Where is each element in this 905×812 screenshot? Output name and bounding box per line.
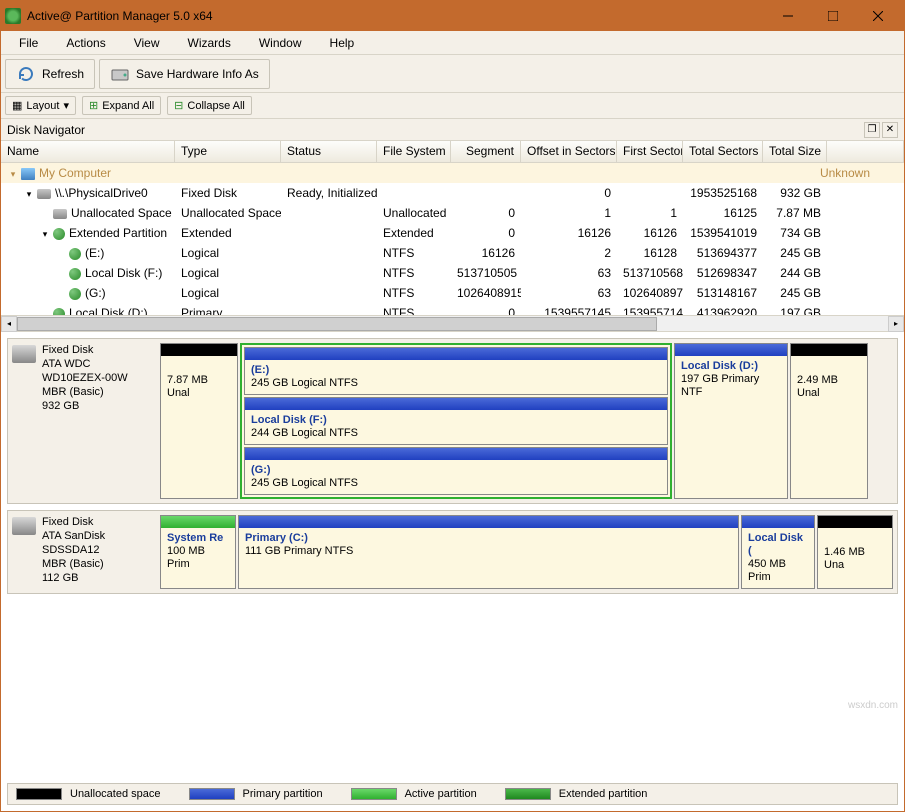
table-row-mycomputer[interactable]: ▾My Computer Unknown [1, 163, 904, 183]
table-row[interactable]: ▾\\.\PhysicalDrive0Fixed DiskReady, Init… [1, 183, 904, 203]
table-row[interactable]: (E:)LogicalNTFS16126216128513694377245 G… [1, 243, 904, 263]
save-hw-button[interactable]: Save Hardware Info As [99, 59, 270, 89]
mycomputer-extra: Unknown [175, 166, 904, 180]
drive-icon [37, 189, 51, 199]
globe-icon [69, 268, 81, 280]
menu-wizards[interactable]: Wizards [174, 32, 245, 54]
expander-icon[interactable]: ▾ [7, 168, 19, 180]
menu-view[interactable]: View [120, 32, 174, 54]
globe-icon [53, 228, 65, 240]
disk-panel-0[interactable]: Fixed Disk ATA WDC WD10EZEX-00W MBR (Bas… [7, 338, 898, 504]
computer-icon [21, 168, 35, 180]
globe-icon [53, 308, 65, 315]
layout-button[interactable]: ▦ Layout ▾ [5, 96, 76, 115]
watermark: wsxdn.com [848, 700, 898, 711]
table-body[interactable]: ▾My Computer Unknown ▾\\.\PhysicalDrive0… [1, 163, 904, 315]
expander-icon[interactable]: ▾ [23, 188, 35, 200]
expand-all-button[interactable]: ⊞ Expand All [82, 96, 161, 115]
title-bar: Active@ Partition Manager 5.0 x64 [1, 1, 904, 31]
table-header: Name Type Status File System Segment Off… [1, 141, 904, 163]
toolbar: Refresh Save Hardware Info As [1, 55, 904, 93]
expander-icon[interactable]: ▾ [39, 228, 51, 240]
partition-c[interactable]: Primary (C:)111 GB Primary NTFS [238, 515, 739, 589]
refresh-button[interactable]: Refresh [5, 59, 95, 89]
th-name[interactable]: Name [1, 141, 175, 162]
layout-icon: ▦ [12, 99, 22, 112]
th-type[interactable]: Type [175, 141, 281, 162]
blank-area [1, 606, 904, 781]
window-title: Active@ Partition Manager 5.0 x64 [27, 9, 765, 23]
partition-unallocated[interactable]: 2.49 MB Unal [790, 343, 868, 499]
panel-float-button[interactable]: ❐ [864, 122, 880, 138]
th-tsize[interactable]: Total Size [763, 141, 827, 162]
partition-f[interactable]: Local Disk (F:)244 GB Logical NTFS [244, 397, 668, 445]
disk-info: Fixed Disk ATA WDC WD10EZEX-00W MBR (Bas… [12, 343, 156, 499]
th-fs[interactable]: File System [377, 141, 451, 162]
menu-bar: File Actions View Wizards Window Help [1, 31, 904, 55]
globe-icon [69, 288, 81, 300]
th-segment[interactable]: Segment [451, 141, 521, 162]
drive-icon [53, 209, 67, 219]
save-hw-label: Save Hardware Info As [136, 67, 259, 81]
legend-active: Active partition [351, 788, 477, 800]
partition-e[interactable]: (E:)245 GB Logical NTFS [244, 347, 668, 395]
partition-local-disk[interactable]: Local Disk (450 MB Prim [741, 515, 815, 589]
scroll-thumb[interactable] [17, 317, 657, 331]
partition-extended[interactable]: (E:)245 GB Logical NTFS Local Disk (F:)2… [240, 343, 672, 499]
collapse-all-button[interactable]: ⊟ Collapse All [167, 96, 252, 115]
disk-panel-1[interactable]: Fixed Disk ATA SanDisk SDSSDA12 MBR (Bas… [7, 510, 898, 594]
drive-icon [12, 517, 36, 535]
menu-help[interactable]: Help [316, 32, 369, 54]
table-row[interactable]: ▾Extended PartitionExtendedExtended01612… [1, 223, 904, 243]
legend: Unallocated space Primary partition Acti… [7, 783, 898, 805]
toolbar-secondary: ▦ Layout ▾ ⊞ Expand All ⊟ Collapse All [1, 93, 904, 119]
scroll-left-button[interactable]: ◂ [1, 316, 17, 332]
table-row[interactable]: (G:)LogicalNTFS1026408915631026408978513… [1, 283, 904, 303]
chevron-down-icon: ▾ [63, 99, 69, 112]
globe-icon [69, 248, 81, 260]
expand-icon: ⊞ [89, 99, 98, 112]
disk-info: Fixed Disk ATA SanDisk SDSSDA12 MBR (Bas… [12, 515, 156, 589]
horizontal-scrollbar[interactable]: ◂ ▸ [1, 315, 904, 331]
maximize-button[interactable] [810, 2, 855, 30]
panel-title: Disk Navigator [7, 123, 85, 137]
partition-g[interactable]: (G:)245 GB Logical NTFS [244, 447, 668, 495]
minimize-button[interactable] [765, 2, 810, 30]
disk-layout-panels: Fixed Disk ATA WDC WD10EZEX-00W MBR (Bas… [1, 332, 904, 606]
table-row[interactable]: Local Disk (F:)LogicalNTFS51371050563513… [1, 263, 904, 283]
menu-file[interactable]: File [5, 32, 52, 54]
app-icon [5, 8, 21, 24]
menu-actions[interactable]: Actions [52, 32, 119, 54]
legend-unallocated: Unallocated space [16, 788, 161, 800]
menu-window[interactable]: Window [245, 32, 316, 54]
collapse-icon: ⊟ [174, 99, 183, 112]
table-row[interactable]: Local Disk (D:)PrimaryNTFS01539557145153… [1, 303, 904, 315]
table-row[interactable]: Unallocated SpaceUnallocated SpaceUnallo… [1, 203, 904, 223]
panel-header: Disk Navigator ❐ ✕ [1, 119, 904, 141]
drive-icon [12, 345, 36, 363]
partition-unallocated[interactable]: 1.46 MB Una [817, 515, 893, 589]
refresh-label: Refresh [42, 67, 84, 81]
drive-icon [110, 64, 130, 84]
partition-d[interactable]: Local Disk (D:)197 GB Primary NTF [674, 343, 788, 499]
panel-close-button[interactable]: ✕ [882, 122, 898, 138]
th-extra [827, 141, 904, 162]
partition-system-reserved[interactable]: System Re100 MB Prim [160, 515, 236, 589]
disk-navigator-table[interactable]: Name Type Status File System Segment Off… [1, 141, 904, 332]
close-button[interactable] [855, 2, 900, 30]
scroll-track[interactable] [17, 316, 888, 332]
th-first[interactable]: First Sector [617, 141, 683, 162]
partition-unallocated[interactable]: 7.87 MB Unal [160, 343, 238, 499]
legend-extended: Extended partition [505, 788, 648, 800]
legend-primary: Primary partition [189, 788, 323, 800]
th-offset[interactable]: Offset in Sectors [521, 141, 617, 162]
th-status[interactable]: Status [281, 141, 377, 162]
refresh-icon [16, 64, 36, 84]
th-tsec[interactable]: Total Sectors [683, 141, 763, 162]
scroll-right-button[interactable]: ▸ [888, 316, 904, 332]
